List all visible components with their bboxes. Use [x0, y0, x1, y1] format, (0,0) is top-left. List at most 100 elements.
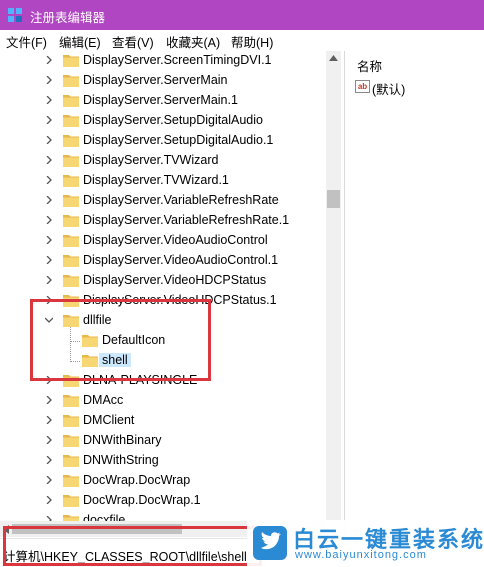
tree-node[interactable]: DNWithString — [0, 451, 326, 471]
chevron-right-icon[interactable] — [45, 116, 53, 124]
tree-node[interactable]: DNWithBinary — [0, 431, 326, 451]
chevron-down-icon[interactable] — [45, 316, 53, 324]
vertical-scroll-thumb[interactable] — [327, 190, 340, 208]
tree-node-label: DisplayServer.TVWizard.1 — [83, 173, 229, 187]
menu-view[interactable]: 查看(V) — [112, 32, 154, 51]
chevron-right-icon[interactable] — [45, 376, 53, 384]
tree-node-label: DMAcc — [83, 393, 124, 407]
chevron-right-icon[interactable] — [45, 176, 53, 184]
tree-node[interactable]: DisplayServer.ServerMain — [0, 71, 326, 91]
scroll-left-arrow-icon[interactable] — [3, 525, 9, 534]
watermark-url: www.baiyunxitong.com — [295, 549, 427, 561]
menu-file[interactable]: 文件(F) — [6, 32, 47, 51]
horizontal-scroll-thumb[interactable] — [12, 524, 182, 534]
folder-icon — [63, 375, 79, 387]
folder-icon — [63, 275, 79, 287]
chevron-right-icon[interactable] — [45, 436, 53, 444]
tree-node-label: docxfile — [83, 513, 126, 521]
twitter-bird-icon — [253, 526, 287, 560]
folder-icon — [63, 195, 79, 207]
chevron-right-icon[interactable] — [45, 236, 53, 244]
chevron-right-icon[interactable] — [45, 476, 53, 484]
folder-icon — [63, 255, 79, 267]
chevron-right-icon[interactable] — [45, 136, 53, 144]
folder-icon — [63, 475, 79, 487]
tree-node-label: DisplayServer.SetupDigitalAudio.1 — [83, 133, 274, 147]
tree-node-label: DisplayServer.ScreenTimingDVI.1 — [83, 53, 272, 67]
tree-node-label: DNWithString — [83, 453, 159, 467]
chevron-right-icon[interactable] — [45, 396, 53, 404]
menu-help[interactable]: 帮助(H) — [231, 32, 273, 51]
menu-bar: 文件(F) 编辑(E) 查看(V) 收藏夹(A) 帮助(H) — [0, 30, 484, 50]
tree-node[interactable]: DisplayServer.ServerMain.1 — [0, 91, 326, 111]
tree-node-label: DisplayServer.VideoHDCPStatus — [83, 273, 267, 287]
tree-node[interactable]: DisplayServer.VideoHDCPStatus — [0, 271, 326, 291]
tree-connector — [70, 327, 71, 362]
chevron-right-icon[interactable] — [45, 196, 53, 204]
scroll-up-arrow-icon[interactable] — [329, 55, 338, 61]
menu-edit[interactable]: 编辑(E) — [59, 32, 101, 51]
values-pane: 名称 ab (默认) — [345, 51, 484, 521]
registry-editor-icon — [8, 8, 22, 22]
folder-icon — [82, 355, 98, 367]
tree-node-selected[interactable]: shell — [0, 351, 326, 371]
chevron-right-icon[interactable] — [45, 296, 53, 304]
folder-icon — [63, 155, 79, 167]
folder-icon — [63, 495, 79, 507]
column-header-name[interactable]: 名称 — [357, 56, 382, 75]
tree-node[interactable]: DMClient — [0, 411, 326, 431]
tree-node[interactable]: DisplayServer.TVWizard — [0, 151, 326, 171]
chevron-right-icon[interactable] — [45, 256, 53, 264]
tree-node-label: DefaultIcon — [102, 333, 166, 347]
ab-string-icon: ab — [355, 80, 370, 93]
tree-node[interactable]: DocWrap.DocWrap — [0, 471, 326, 491]
menu-favorites[interactable]: 收藏夹(A) — [166, 32, 220, 51]
tree-node-label: DNWithBinary — [83, 433, 162, 447]
tree-node[interactable]: DMAcc — [0, 391, 326, 411]
tree-node-label: DisplayServer.ServerMain.1 — [83, 93, 238, 107]
tree-connector — [70, 361, 80, 362]
chevron-right-icon[interactable] — [45, 496, 53, 504]
tree-node[interactable]: DocWrap.DocWrap.1 — [0, 491, 326, 511]
value-name: (默认) — [372, 83, 406, 97]
chevron-right-icon[interactable] — [45, 96, 53, 104]
tree-node-label: DocWrap.DocWrap.1 — [83, 493, 201, 507]
folder-icon — [63, 95, 79, 107]
tree-node-label: DisplayServer.VariableRefreshRate.1 — [83, 213, 290, 227]
tree-node-label: DisplayServer.VideoHDCPStatus.1 — [83, 293, 277, 307]
tree-node[interactable]: DisplayServer.SetupDigitalAudio — [0, 111, 326, 131]
tree-node-label: DLNA-PLAYSINGLE — [83, 373, 198, 387]
chevron-right-icon[interactable] — [45, 456, 53, 464]
chevron-right-icon[interactable] — [45, 156, 53, 164]
tree-node-label: DisplayServer.VideoAudioControl.1 — [83, 253, 279, 267]
registry-tree[interactable]: DisplayServer.ScreenTimingDVI.1 DisplaySe… — [0, 51, 341, 521]
tree-node-label: DisplayServer.ServerMain — [83, 73, 228, 87]
tree-node[interactable]: DisplayServer.VideoHDCPStatus.1 — [0, 291, 326, 311]
chevron-right-icon[interactable] — [45, 416, 53, 424]
tree-node[interactable]: DisplayServer.TVWizard.1 — [0, 171, 326, 191]
tree-node-label: dllfile — [83, 313, 112, 327]
tree-node[interactable]: DefaultIcon — [0, 331, 326, 351]
tree-node[interactable]: DisplayServer.VideoAudioControl.1 — [0, 251, 326, 271]
chevron-right-icon[interactable] — [45, 216, 53, 224]
folder-icon — [63, 115, 79, 127]
chevron-right-icon[interactable] — [45, 76, 53, 84]
folder-icon — [63, 55, 79, 67]
tree-vertical-scrollbar[interactable] — [326, 51, 341, 521]
chevron-right-icon[interactable] — [45, 56, 53, 64]
tree-node[interactable]: DisplayServer.ScreenTimingDVI.1 — [0, 51, 326, 71]
folder-icon — [63, 515, 79, 521]
folder-icon — [82, 335, 98, 347]
tree-node[interactable]: DisplayServer.VideoAudioControl — [0, 231, 326, 251]
folder-icon — [63, 435, 79, 447]
tree-node-label: DocWrap.DocWrap — [83, 473, 191, 487]
tree-node-label: DisplayServer.TVWizard — [83, 153, 219, 167]
tree-node[interactable]: DisplayServer.SetupDigitalAudio.1 — [0, 131, 326, 151]
tree-node[interactable]: DisplayServer.VariableRefreshRate — [0, 191, 326, 211]
folder-icon — [63, 455, 79, 467]
folder-icon — [63, 295, 79, 307]
tree-node[interactable]: DLNA-PLAYSINGLE — [0, 371, 326, 391]
chevron-right-icon[interactable] — [45, 276, 53, 284]
tree-node[interactable]: DisplayServer.VariableRefreshRate.1 — [0, 211, 326, 231]
tree-node[interactable]: dllfile — [0, 311, 326, 331]
